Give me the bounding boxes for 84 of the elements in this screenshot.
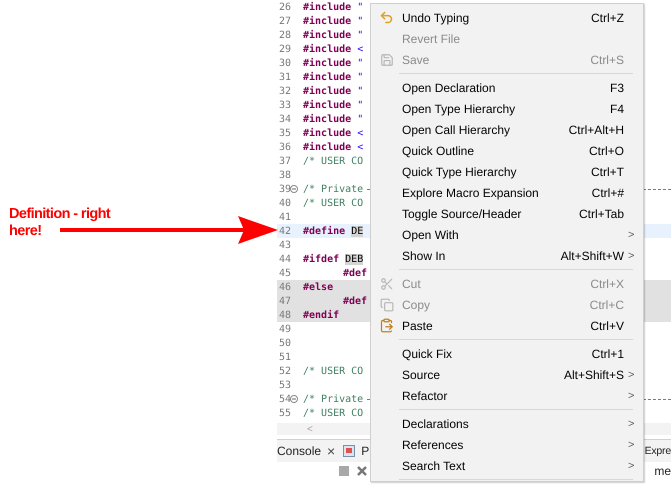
menu-item[interactable]: Search Text >	[371, 455, 643, 476]
code-line: /* Private	[303, 394, 364, 404]
line-number: 34	[278, 114, 291, 124]
line-number: 45	[278, 268, 291, 278]
code-line: #define DE	[303, 226, 364, 236]
code-line: #include "	[303, 100, 364, 110]
code-line: #include "	[303, 114, 364, 124]
menu-item[interactable]: Declarations >	[371, 413, 643, 434]
column-header: me	[654, 464, 671, 478]
line-number: 32	[278, 86, 291, 96]
line-number: 51	[278, 352, 291, 362]
menu-item[interactable]: Toggle Source/Header Ctrl+Tab	[371, 203, 643, 224]
line-number: 27	[278, 16, 291, 26]
line-number: 53	[278, 380, 291, 390]
line-number: 38	[278, 170, 291, 180]
code-line: #include "	[303, 58, 364, 68]
menu-item[interactable]: Quick Outline Ctrl+O	[371, 140, 643, 161]
copy-icon	[380, 298, 394, 312]
line-number: 48	[278, 310, 291, 320]
code-line: #ifdef DEB	[303, 254, 364, 264]
code-line: #include "	[303, 30, 364, 40]
menu-item[interactable]: Open Declaration F3	[371, 77, 643, 98]
line-number: 41	[278, 212, 291, 222]
menu-item[interactable]: Paste Ctrl+V	[371, 315, 643, 336]
line-number: 29	[278, 44, 291, 54]
code-line: #else	[303, 282, 334, 292]
panel-tab[interactable]: P	[361, 444, 370, 458]
line-number: 35	[278, 128, 291, 138]
line-number: 33	[278, 100, 291, 110]
menu-item[interactable]: Open Call Hierarchy Ctrl+Alt+H	[371, 119, 643, 140]
line-number: 55	[278, 408, 291, 418]
line-number: 31	[278, 72, 291, 82]
menu-item[interactable]: Refactor >	[371, 385, 643, 406]
line-number: 42	[278, 226, 291, 236]
line-number: 44	[278, 254, 291, 264]
code-line: #include "	[303, 86, 364, 96]
menu-item[interactable]: Explore Macro Expansion Ctrl+#	[371, 182, 643, 203]
menu-item[interactable]: References >	[371, 434, 643, 455]
clipboard-icon	[379, 318, 394, 333]
code-line: /* USER CO	[303, 198, 364, 208]
collapse-icon[interactable]	[290, 185, 298, 193]
menu-item[interactable]: Source Alt+Shift+S >	[371, 364, 643, 385]
line-number: 52	[278, 366, 291, 376]
line-number: 39	[278, 184, 291, 194]
line-number: 47	[278, 296, 291, 306]
annotation-text: Definition - right here!	[9, 206, 112, 240]
line-number: 46	[278, 282, 291, 292]
code-line: /* USER CO	[303, 366, 364, 376]
panel-tab[interactable]: Expre	[644, 445, 671, 457]
line-number: 28	[278, 30, 291, 40]
menu-item[interactable]: Undo Typing Ctrl+Z	[371, 7, 643, 28]
remove-icon[interactable]	[357, 466, 367, 476]
line-number: 26	[278, 2, 291, 12]
line-number: 49	[278, 324, 291, 334]
code-line: #include "	[303, 72, 364, 82]
panel-tab[interactable]: Console	[277, 444, 322, 458]
line-number: 36	[278, 142, 291, 152]
line-number: 40	[278, 198, 291, 208]
code-line: #def	[343, 268, 368, 278]
undo-icon	[379, 10, 394, 25]
close-icon[interactable]: ×	[327, 443, 336, 459]
code-line: #include <	[303, 142, 364, 152]
code-line: #def	[343, 296, 368, 306]
code-line: #endif	[303, 310, 340, 320]
line-number: 54	[278, 394, 291, 404]
line-number: 30	[278, 58, 291, 68]
save-icon	[380, 52, 394, 66]
code-line: #include "	[303, 16, 364, 26]
code-line: /* Private	[303, 184, 364, 194]
menu-item[interactable]: Open Type Hierarchy F4	[371, 98, 643, 119]
line-number: 43	[278, 240, 291, 250]
menu-item[interactable]: Quick Type Hierarchy Ctrl+T	[371, 161, 643, 182]
line-number: 50	[278, 338, 291, 348]
code-line: #include <	[303, 44, 364, 54]
code-line: /* USER CO	[303, 408, 364, 418]
menu-item[interactable]: Show In Alt+Shift+W >	[371, 245, 643, 266]
scissors-icon	[380, 276, 394, 290]
menu-item[interactable]: Open With >	[371, 224, 643, 245]
code-line: /* USER CO	[303, 156, 364, 166]
menu-item[interactable]: Quick Fix Ctrl+1	[371, 343, 643, 364]
line-number: 37	[278, 156, 291, 166]
collapse-icon[interactable]	[290, 395, 298, 403]
code-line: #include "	[303, 2, 364, 12]
code-line: #include <	[303, 128, 364, 138]
